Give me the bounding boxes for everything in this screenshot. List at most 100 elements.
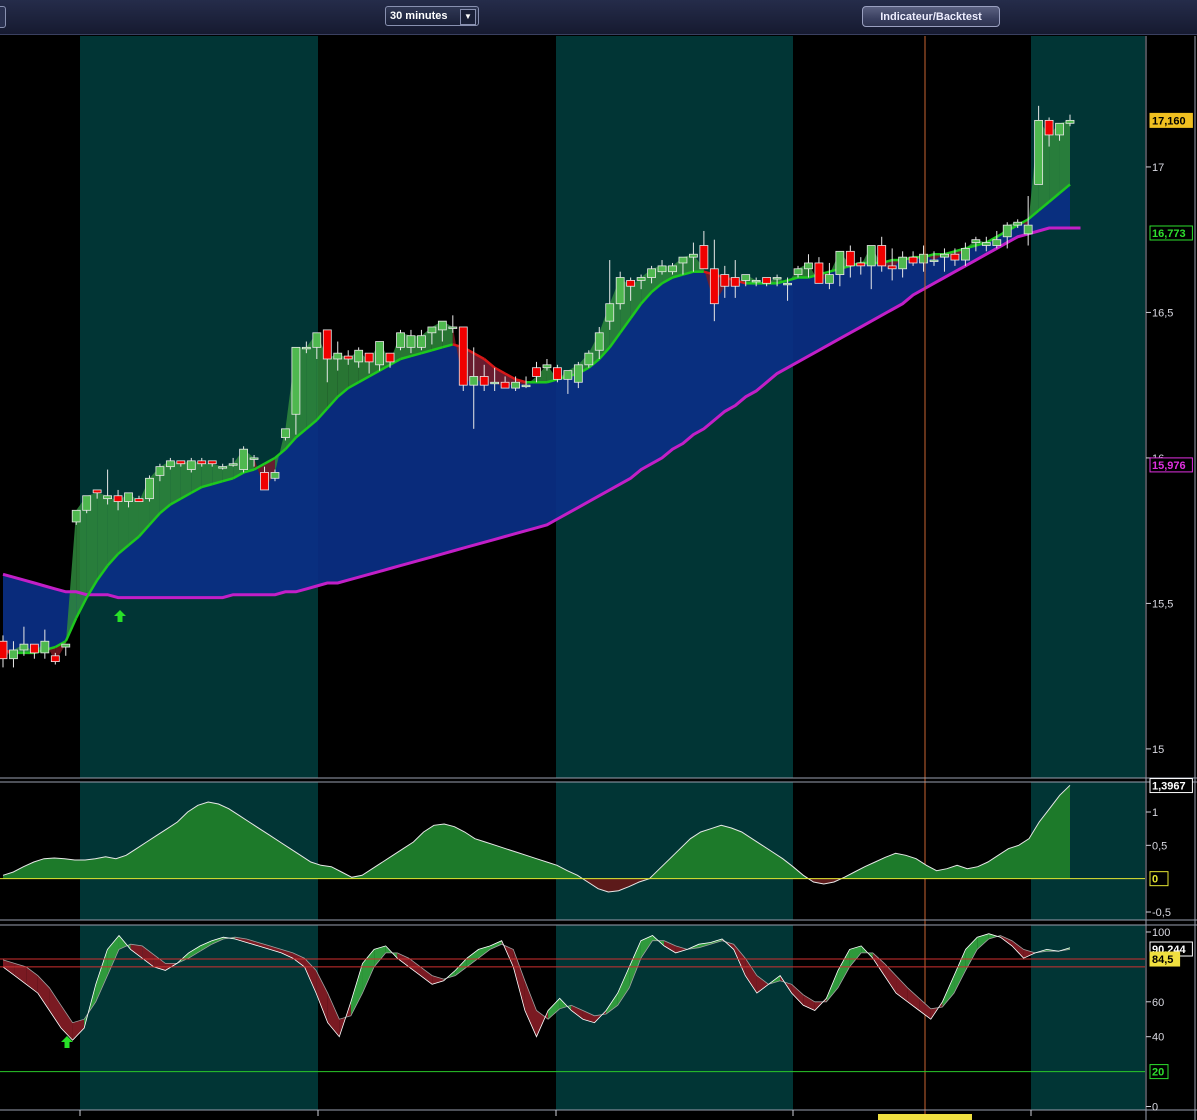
candle-body	[804, 262, 813, 270]
candle-body	[490, 381, 500, 385]
candle-body	[134, 498, 144, 502]
candle-body	[511, 381, 520, 389]
candle-body	[479, 376, 489, 386]
osc-last-label: 1,3967	[1152, 781, 1186, 793]
price-tick-label: 16,5	[1152, 307, 1173, 319]
candle-body	[825, 274, 834, 284]
candle-body	[448, 326, 458, 329]
candle-body	[615, 277, 625, 305]
candle-body	[1055, 122, 1064, 136]
candle-body	[228, 463, 238, 466]
candle-body	[1065, 119, 1075, 124]
stoch-fill-segment	[977, 933, 989, 950]
candle-body	[82, 495, 92, 511]
candle-body	[186, 460, 196, 470]
candle-body	[730, 277, 740, 287]
candle-body	[898, 256, 908, 270]
candle-body	[573, 364, 583, 383]
candle-body	[396, 332, 405, 348]
candle-body	[783, 282, 792, 286]
candle-body	[71, 509, 81, 523]
candle-body	[919, 253, 928, 264]
candle-body	[29, 643, 39, 654]
stoch-fill-segment	[965, 937, 978, 971]
candle-body	[218, 466, 228, 469]
candle-body	[929, 259, 939, 262]
candle-body	[207, 460, 217, 465]
candle-body	[239, 448, 248, 470]
osc-tick-label: -0,5	[1152, 907, 1171, 919]
candle-body	[699, 245, 709, 270]
candle-body	[741, 274, 751, 281]
candle-body	[856, 262, 866, 267]
candle-body	[113, 495, 123, 502]
candle-body	[981, 242, 991, 246]
candle-body	[772, 277, 782, 280]
candle-body	[417, 335, 426, 348]
stoch-tick-label: 40	[1152, 1032, 1164, 1044]
candle-body	[9, 649, 18, 660]
stoch-fill-segment	[49, 987, 61, 1028]
candle-body	[594, 332, 604, 351]
slow-ma-label: 15,976	[1152, 460, 1186, 472]
candle-body	[291, 346, 301, 415]
stoch-fill-segment	[907, 987, 920, 1011]
candle-body	[155, 466, 165, 476]
candle-body	[563, 370, 573, 380]
candle-body	[835, 250, 845, 276]
candle-body	[500, 381, 510, 389]
candle-body	[458, 326, 468, 386]
stoch-fill-segment	[838, 949, 850, 988]
candle-body	[437, 320, 447, 331]
candle-body	[406, 335, 416, 348]
stoch-tick-label: 0	[1152, 1102, 1158, 1114]
candle-body	[521, 384, 531, 388]
candle-body	[145, 477, 154, 500]
trend-fill-segment	[170, 460, 181, 505]
candle-body	[605, 303, 615, 322]
candle-body	[40, 640, 50, 654]
stoch-fill-segment	[37, 975, 50, 1011]
candle-body	[940, 253, 949, 258]
candle-body	[553, 367, 562, 380]
candle-body	[960, 248, 970, 261]
trend-fill-segment	[118, 492, 129, 554]
stoch-fill-segment	[466, 949, 479, 967]
candle-body	[1044, 119, 1054, 136]
candle-body	[657, 265, 667, 273]
candle-body	[0, 640, 8, 660]
candle-body	[845, 250, 855, 267]
candle-body	[385, 352, 395, 363]
stoch-fill-segment	[60, 1005, 73, 1041]
candle-body	[1013, 221, 1023, 226]
candle-body	[103, 495, 113, 500]
candle-body	[992, 239, 1002, 246]
candle-body	[354, 349, 364, 363]
candle-body	[469, 376, 479, 386]
stoch-fill-segment	[1012, 940, 1024, 959]
candle-body	[301, 346, 311, 350]
chart-canvas: 1716,51615,51510,5-0,51006040017,16016,7…	[0, 36, 1197, 1120]
candle-body	[647, 268, 656, 278]
candle-body	[709, 268, 719, 305]
stoch-upper-label: 84,5	[1152, 954, 1173, 966]
osc-zero-label: 0	[1152, 874, 1158, 886]
candle-body	[61, 643, 71, 648]
candle-body	[92, 489, 102, 494]
candle-body	[364, 352, 374, 363]
fast-ma-label: 16,773	[1152, 228, 1186, 240]
stoch-fill-segment	[432, 975, 444, 985]
candle-body	[584, 352, 594, 366]
price-tick-label: 15,5	[1152, 598, 1173, 610]
candle-body	[165, 460, 175, 468]
price-tick-label: 17	[1152, 162, 1164, 174]
price-tick-label: 15	[1152, 744, 1164, 756]
candle-body	[19, 643, 29, 651]
cursor-date-badge	[878, 1114, 972, 1120]
candle-body	[636, 277, 646, 281]
candle-body	[866, 245, 876, 267]
candle-body	[322, 329, 332, 360]
candle-body	[668, 265, 677, 273]
candle-body	[751, 280, 761, 283]
candle-body	[793, 268, 803, 276]
